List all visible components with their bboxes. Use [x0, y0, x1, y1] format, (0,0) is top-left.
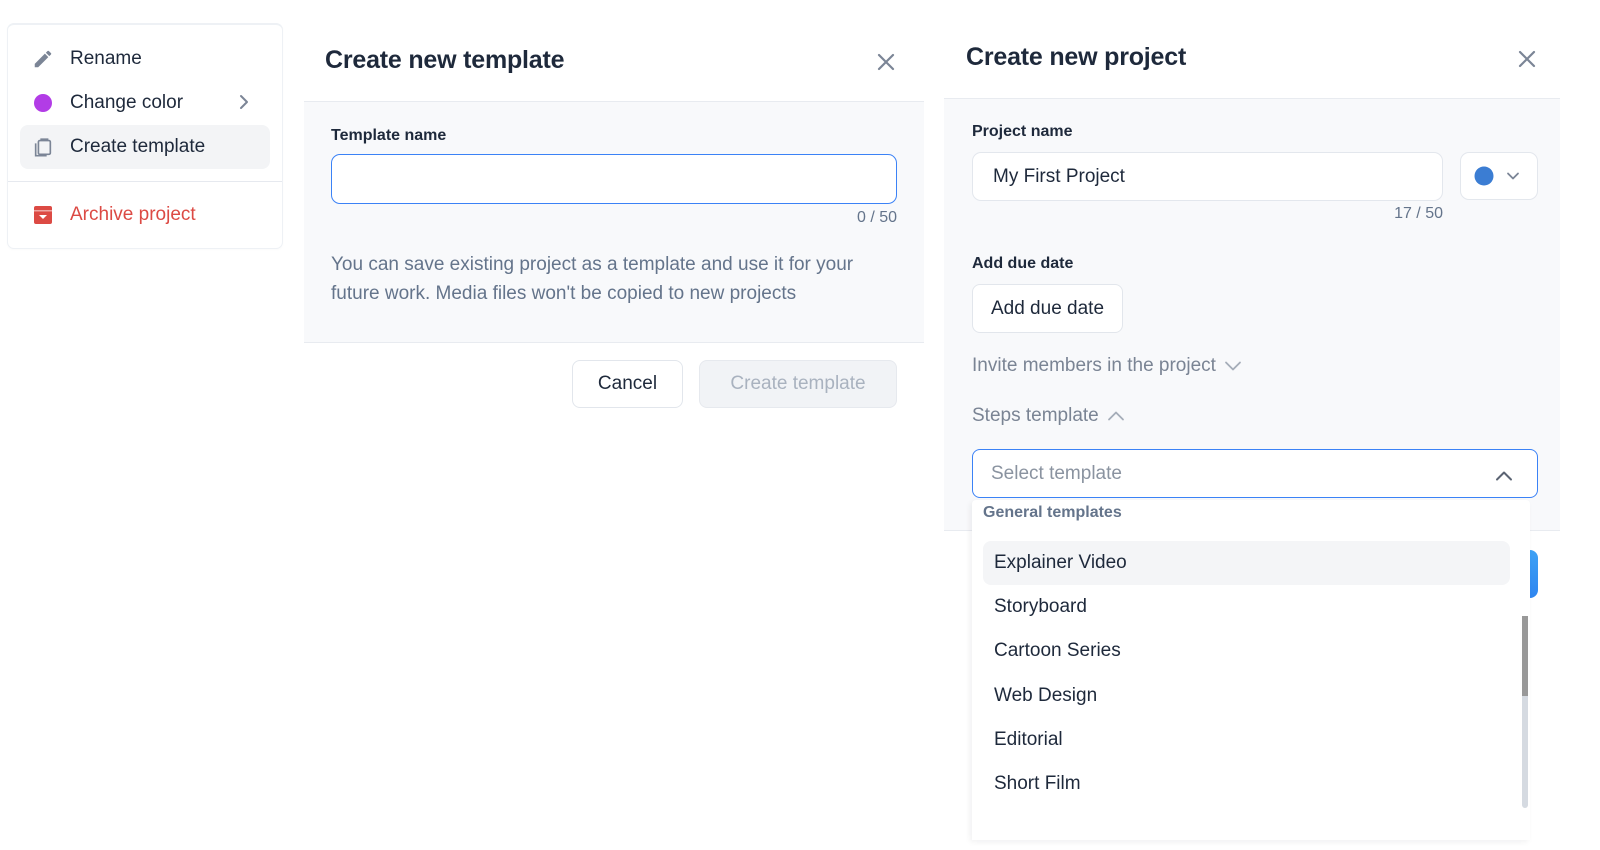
color-picker[interactable]: [1460, 152, 1538, 200]
menu-item-create-template[interactable]: Create template: [20, 125, 270, 169]
dropdown-group-label: General templates: [983, 504, 1122, 521]
menu-item-label: Change color: [70, 92, 184, 113]
toggle-label: Invite members in the project: [972, 355, 1216, 376]
dialog-title: Create new template: [325, 46, 565, 74]
template-name-label: Template name: [331, 127, 447, 144]
project-name-input[interactable]: My First Project: [972, 152, 1443, 201]
template-select[interactable]: Select template: [972, 449, 1538, 498]
create-template-dialog: Create new template Template name 0 / 50…: [304, 24, 924, 444]
archive-icon: [30, 202, 56, 228]
project-name-value: My First Project: [993, 165, 1125, 187]
chevron-right-icon: [238, 93, 250, 117]
project-name-label: Project name: [972, 123, 1073, 140]
dropdown-option[interactable]: Explainer Video: [983, 541, 1510, 585]
character-counter: 17 / 50: [1394, 205, 1443, 222]
template-hint-text: You can save existing project as a templ…: [331, 254, 854, 304]
add-due-date-button[interactable]: Add due date: [972, 284, 1123, 333]
menu-divider: [8, 181, 282, 182]
invite-members-toggle[interactable]: Invite members in the project: [972, 355, 1242, 377]
pencil-icon: [30, 46, 56, 72]
steps-template-toggle[interactable]: Steps template: [972, 405, 1125, 427]
menu-item-label: Create template: [70, 136, 206, 157]
close-icon[interactable]: [1515, 47, 1539, 71]
dropdown-option[interactable]: Editorial: [983, 718, 1510, 762]
chevron-up-icon: [1107, 411, 1124, 421]
dropdown-option[interactable]: Short Film: [983, 762, 1510, 806]
due-date-label: Add due date: [972, 255, 1074, 272]
project-context-menu: Rename Change color Create template Arch…: [8, 24, 282, 248]
template-dropdown: General templates Explainer Video Storyb…: [972, 500, 1530, 840]
dropdown-option[interactable]: Web Design: [983, 674, 1510, 718]
cancel-button[interactable]: Cancel: [572, 360, 683, 408]
clipboard-copy-icon: [30, 134, 56, 160]
dialog-body: Template name 0 / 50 You can save existi…: [304, 101, 924, 343]
menu-item-label: Archive project: [70, 204, 196, 225]
toggle-label: Steps template: [972, 405, 1099, 426]
color-dot-icon: [30, 90, 56, 116]
chevron-down-icon: [1506, 171, 1520, 181]
create-template-button[interactable]: Create template: [699, 360, 897, 408]
dropdown-scrollbar-thumb[interactable]: [1522, 616, 1528, 696]
dropdown-option[interactable]: Cartoon Series: [983, 629, 1510, 673]
menu-item-label: Rename: [70, 48, 142, 69]
close-icon[interactable]: [874, 50, 898, 74]
selected-color-dot: [1474, 166, 1494, 186]
template-name-input[interactable]: [331, 154, 897, 204]
chevron-down-icon: [1225, 361, 1241, 371]
select-placeholder: Select template: [991, 462, 1122, 484]
dialog-title: Create new project: [966, 43, 1187, 71]
menu-item-rename[interactable]: Rename: [20, 37, 270, 81]
menu-item-archive-project[interactable]: Archive project: [20, 193, 270, 237]
character-counter: 0 / 50: [856, 209, 897, 226]
dialog-body: Project name My First Project 17 / 50 Ad…: [944, 98, 1560, 531]
chevron-up-icon: [1495, 466, 1513, 488]
menu-item-change-color[interactable]: Change color: [20, 81, 270, 125]
dropdown-option[interactable]: Storyboard: [983, 585, 1510, 629]
